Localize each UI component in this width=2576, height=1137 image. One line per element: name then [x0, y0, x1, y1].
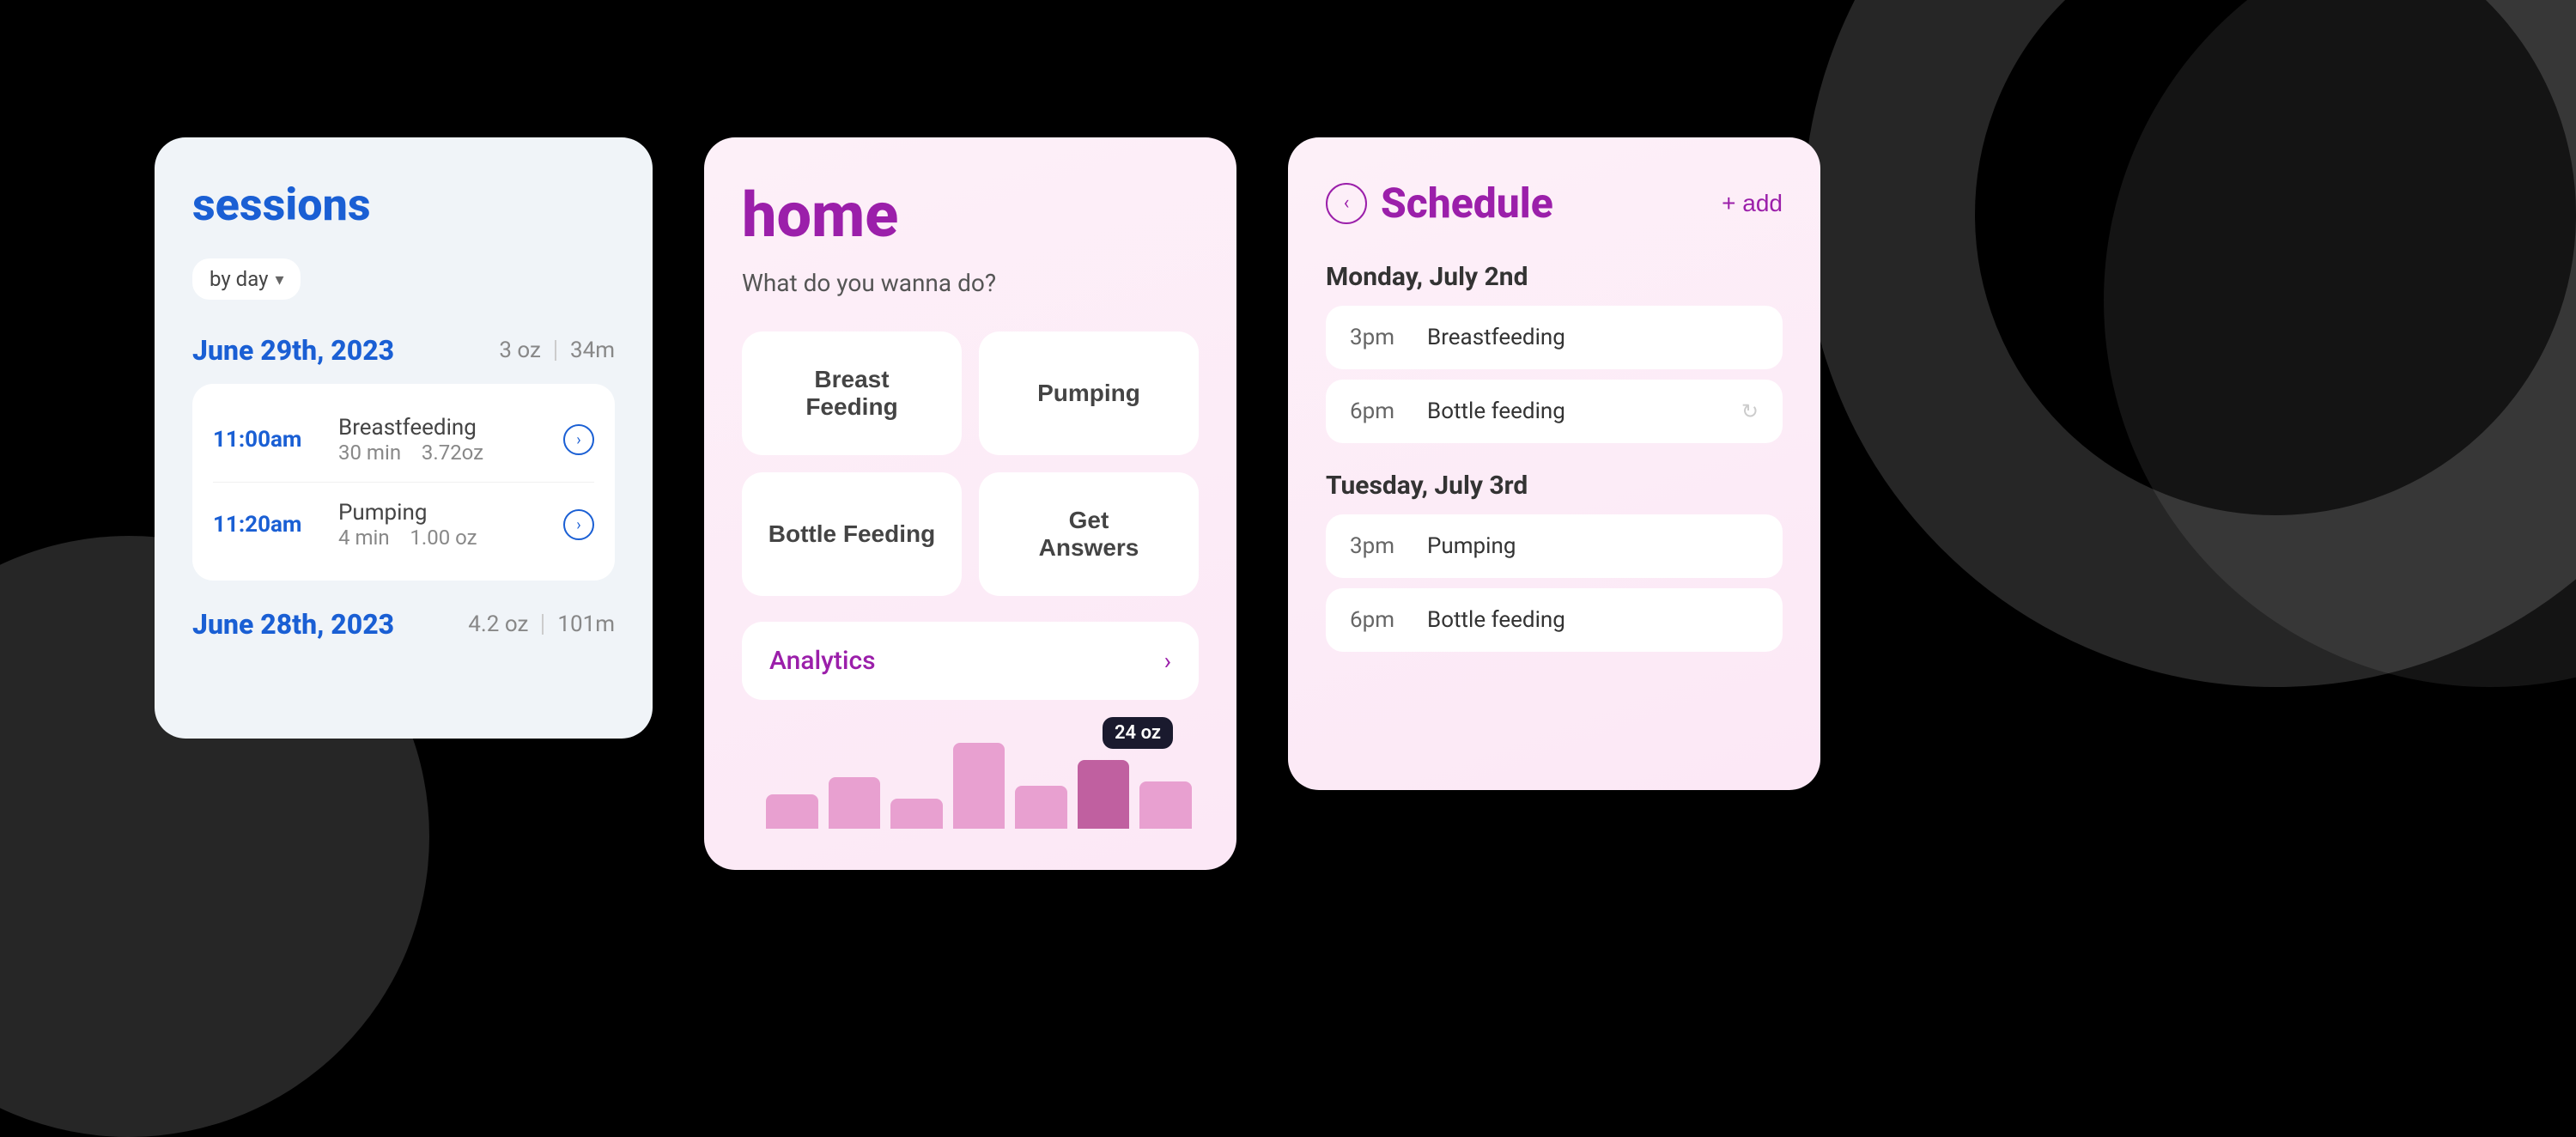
date-header-2: June 28th, 2023 4.2 oz 101m	[192, 608, 615, 641]
schedule-item-tue-1: 3pm Pumping	[1326, 514, 1783, 578]
date-section-2: June 28th, 2023 4.2 oz 101m	[192, 608, 615, 641]
schedule-header-left: ‹ Schedule	[1326, 179, 1553, 228]
home-subtitle: What do you wanna do?	[742, 269, 1199, 297]
schedule-item-mon-1: 3pm Breastfeeding	[1326, 306, 1783, 369]
schedule-activity-mon-2: Bottle feeding	[1427, 398, 1724, 424]
schedule-item-tue-2: 6pm Bottle feeding	[1326, 588, 1783, 652]
session-type-2: Pumping	[338, 500, 550, 526]
chart-container: 24 oz	[742, 726, 1199, 829]
cards-container: sessions by day ▾ June 29th, 2023 3 oz 3…	[155, 137, 1820, 870]
divider-2	[542, 614, 544, 635]
sessions-list-1: 11:00am Breastfeeding 30 min 3.72oz › 11…	[192, 384, 615, 581]
add-button[interactable]: + add	[1722, 190, 1783, 217]
session-details-1: 30 min 3.72oz	[338, 441, 550, 465]
schedule-day-monday: Monday, July 2nd 3pm Breastfeeding 6pm B…	[1326, 262, 1783, 443]
schedule-item-mon-2: 6pm Bottle feeding ↻	[1326, 380, 1783, 443]
analytics-chevron-icon: ›	[1164, 647, 1171, 675]
get-answers-button[interactable]: GetAnswers	[979, 472, 1199, 596]
schedule-time-mon-2: 6pm	[1350, 398, 1410, 424]
date-oz-2: 4.2 oz	[468, 611, 528, 637]
schedule-activity-tue-2: Bottle feeding	[1427, 607, 1759, 633]
pumping-button[interactable]: Pumping	[979, 331, 1199, 455]
refresh-icon: ↻	[1741, 399, 1759, 423]
schedule-time-tue-2: 6pm	[1350, 607, 1410, 633]
schedule-activity-tue-1: Pumping	[1427, 533, 1759, 559]
home-title: home	[742, 179, 1199, 252]
filter-dropdown[interactable]: by day ▾	[192, 258, 301, 300]
schedule-title: Schedule	[1381, 179, 1553, 228]
chart-bar-4	[953, 743, 1005, 829]
date-header-1: June 29th, 2023 3 oz 34m	[192, 334, 615, 367]
date-min-2: 101m	[557, 611, 615, 637]
schedule-header: ‹ Schedule + add	[1326, 179, 1783, 228]
chart-bar-6	[1078, 760, 1130, 829]
session-type-1: Breastfeeding	[338, 415, 550, 441]
session-time-1: 11:00am	[213, 427, 325, 453]
analytics-row[interactable]: Analytics ›	[742, 622, 1199, 700]
schedule-day-tuesday: Tuesday, July 3rd 3pm Pumping 6pm Bottle…	[1326, 471, 1783, 652]
breast-feeding-button[interactable]: BreastFeeding	[742, 331, 962, 455]
chart-bar-3	[890, 799, 943, 829]
session-duration-2: 4 min	[338, 526, 390, 550]
bottle-feeding-button[interactable]: Bottle Feeding	[742, 472, 962, 596]
chart-bar-7	[1139, 781, 1192, 829]
session-item-1: 11:00am Breastfeeding 30 min 3.72oz ›	[213, 398, 594, 483]
analytics-label: Analytics	[769, 646, 876, 676]
date-min-1: 34m	[570, 337, 615, 363]
chart-bar-2	[829, 777, 881, 829]
schedule-activity-mon-1: Breastfeeding	[1427, 325, 1759, 350]
back-button[interactable]: ‹	[1326, 183, 1367, 224]
date-section-1: June 29th, 2023 3 oz 34m 11:00am Breastf…	[192, 334, 615, 581]
back-icon: ‹	[1344, 192, 1350, 214]
home-grid: BreastFeeding Pumping Bottle Feeding Get…	[742, 331, 1199, 596]
date-oz-1: 3 oz	[499, 337, 541, 363]
session-details-2: 4 min 1.00 oz	[338, 526, 550, 550]
divider	[555, 340, 556, 361]
schedule-card: ‹ Schedule + add Monday, July 2nd 3pm Br…	[1288, 137, 1820, 790]
chart-bars: 24 oz	[759, 726, 1199, 829]
schedule-time-mon-1: 3pm	[1350, 325, 1410, 350]
chart-bar-1	[766, 794, 818, 829]
bg-arc	[1803, 0, 2576, 687]
date-label-2: June 28th, 2023	[192, 608, 394, 641]
session-time-2: 11:20am	[213, 512, 325, 538]
session-amount-1: 3.72oz	[422, 441, 483, 465]
chevron-down-icon: ▾	[275, 269, 283, 289]
tuesday-label: Tuesday, July 3rd	[1326, 471, 1783, 501]
filter-label: by day	[210, 267, 268, 291]
date-stats-2: 4.2 oz 101m	[468, 611, 615, 637]
session-amount-2: 1.00 oz	[410, 526, 477, 550]
session-chevron-2[interactable]: ›	[563, 509, 594, 540]
session-info-1: Breastfeeding 30 min 3.72oz	[338, 415, 550, 465]
session-chevron-1[interactable]: ›	[563, 424, 594, 455]
sessions-card: sessions by day ▾ June 29th, 2023 3 oz 3…	[155, 137, 653, 739]
sessions-title: sessions	[192, 179, 615, 231]
home-card: home What do you wanna do? BreastFeeding…	[704, 137, 1236, 870]
chart-tooltip: 24 oz	[1103, 717, 1173, 749]
session-duration-1: 30 min	[338, 441, 401, 465]
session-item-2: 11:20am Pumping 4 min 1.00 oz ›	[213, 483, 594, 567]
session-info-2: Pumping 4 min 1.00 oz	[338, 500, 550, 550]
monday-label: Monday, July 2nd	[1326, 262, 1783, 292]
schedule-time-tue-1: 3pm	[1350, 533, 1410, 559]
date-stats-1: 3 oz 34m	[499, 337, 615, 363]
date-label-1: June 29th, 2023	[192, 334, 394, 367]
chart-bar-5	[1015, 786, 1067, 829]
